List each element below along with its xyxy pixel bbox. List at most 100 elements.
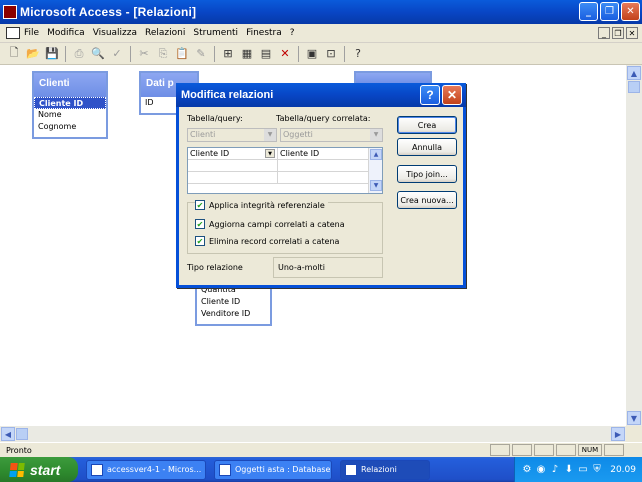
table-title[interactable]: Clienti — [34, 73, 106, 97]
save-icon[interactable]: 💾 — [44, 46, 60, 62]
security-icon[interactable]: ◉ — [535, 464, 547, 476]
help-icon[interactable]: ? — [350, 46, 366, 62]
menu-relazioni[interactable]: Relazioni — [145, 28, 185, 38]
update-icon[interactable]: ⬇ — [563, 464, 575, 476]
table-combo: Clienti ▼ — [187, 128, 277, 142]
scroll-thumb[interactable] — [16, 428, 28, 440]
show-table-icon[interactable]: ⊞ — [220, 46, 236, 62]
shield-icon[interactable]: ⛨ — [591, 464, 603, 476]
dialog-title-bar[interactable]: Modifica relazioni ? ✕ — [176, 83, 466, 107]
show-direct-icon[interactable]: ▦ — [239, 46, 255, 62]
scroll-left-icon[interactable]: ◀ — [1, 427, 15, 441]
grid-right-cell[interactable] — [278, 160, 369, 172]
grid-row[interactable]: Cliente ID ▼ Cliente ID — [188, 148, 369, 160]
volume-icon[interactable]: ♪ — [549, 464, 561, 476]
access-icon — [91, 463, 103, 476]
preview-icon[interactable]: 🔍 — [90, 46, 106, 62]
cascade-update-checkbox[interactable]: ✔ Aggiorna campi correlati a catena — [195, 219, 345, 229]
create-button[interactable]: Crea — [397, 116, 457, 134]
task-relazioni[interactable]: Relazioni — [340, 459, 430, 480]
scroll-down-icon[interactable]: ▼ — [627, 411, 641, 425]
close-button[interactable]: ✕ — [621, 2, 640, 21]
grid-left-cell[interactable]: Cliente ID ▼ — [188, 148, 278, 160]
menu-finestra[interactable]: Finestra — [246, 28, 282, 38]
menu-modifica[interactable]: Modifica — [47, 28, 85, 38]
restore-button[interactable]: ❐ — [600, 2, 619, 21]
scroll-down-icon[interactable]: ▼ — [370, 180, 382, 191]
cascade-update-label: Aggiorna campi correlati a catena — [209, 219, 345, 229]
check-icon[interactable]: ✔ — [195, 200, 205, 210]
monitor-icon[interactable]: ▭ — [577, 464, 589, 476]
table-combo-value: Clienti — [190, 130, 216, 139]
menu-help[interactable]: ? — [290, 28, 295, 38]
menu-bar: File Modifica Visualizza Relazioni Strum… — [0, 24, 642, 43]
cancel-button[interactable]: Annulla — [397, 138, 457, 156]
scroll-up-icon[interactable]: ▲ — [627, 66, 641, 80]
chevron-down-icon[interactable]: ▼ — [265, 149, 275, 158]
paste-icon[interactable]: 📋 — [174, 46, 190, 62]
grid-scrollbar[interactable]: ▲ ▼ — [368, 148, 382, 193]
horizontal-scrollbar[interactable]: ◀ ▶ — [0, 426, 626, 442]
close-icon[interactable]: ✕ — [442, 85, 462, 105]
num-lock-indicator: NUM — [578, 444, 602, 456]
print-icon[interactable]: ⎙ — [71, 46, 87, 62]
window-title: Microsoft Access - [Relazioni] — [20, 5, 197, 19]
check-icon[interactable]: ✔ — [195, 219, 205, 229]
delete-icon[interactable]: ✕ — [277, 46, 293, 62]
new-object-icon[interactable]: ⊡ — [323, 46, 339, 62]
enforce-integrity-label: Applica integrità referenziale — [209, 200, 325, 210]
doc-restore-button[interactable]: ❐ — [612, 27, 624, 39]
open-icon[interactable]: 📂 — [25, 46, 41, 62]
grid-left-cell[interactable] — [188, 160, 278, 172]
join-type-button[interactable]: Tipo join... — [397, 165, 457, 183]
menu-strumenti[interactable]: Strumenti — [193, 28, 238, 38]
cascade-delete-checkbox[interactable]: ✔ Elimina record correlati a catena — [195, 236, 339, 246]
grid-right-cell[interactable] — [278, 172, 369, 184]
doc-close-button[interactable]: ✕ — [626, 27, 638, 39]
vertical-scrollbar[interactable]: ▲ ▼ — [626, 65, 642, 426]
grid-right-cell[interactable]: Cliente ID — [278, 148, 369, 160]
grid-row[interactable] — [188, 160, 369, 172]
scroll-up-icon[interactable]: ▲ — [370, 149, 382, 160]
field-nome[interactable]: Nome — [34, 109, 106, 121]
spelling-icon[interactable]: ✓ — [109, 46, 125, 62]
status-cell — [534, 444, 554, 456]
toolbar-separator — [130, 45, 131, 62]
field-venditore-id[interactable]: Venditore ID — [197, 308, 270, 320]
task-label: Relazioni — [361, 465, 397, 474]
copy-icon[interactable]: ⎘ — [155, 46, 171, 62]
minimize-button[interactable]: _ — [579, 2, 598, 21]
relationships-icon — [345, 463, 357, 476]
grid-row[interactable] — [188, 172, 369, 184]
network-icon[interactable]: ⚙ — [521, 464, 533, 476]
field-cognome[interactable]: Cognome — [34, 121, 106, 133]
scroll-thumb[interactable] — [628, 81, 640, 93]
help-icon[interactable]: ? — [420, 85, 440, 105]
create-new-button[interactable]: Crea nuova... — [397, 191, 457, 209]
start-button[interactable]: start — [0, 457, 78, 482]
doc-minimize-button[interactable]: _ — [598, 27, 610, 39]
table-oggetti[interactable]: Quantità Cliente ID Venditore ID — [195, 284, 272, 326]
database-window-icon[interactable]: ▣ — [304, 46, 320, 62]
cut-icon[interactable]: ✂ — [136, 46, 152, 62]
enforce-integrity-checkbox[interactable]: ✔ Applica integrità referenziale — [195, 200, 328, 210]
menu-visualizza[interactable]: Visualizza — [93, 28, 137, 38]
field-cliente-id[interactable]: Cliente ID — [197, 296, 270, 308]
clock[interactable]: 20.09 — [610, 465, 636, 475]
task-access[interactable]: accessver4-1 - Micros... — [86, 459, 206, 480]
table-clienti[interactable]: Clienti Cliente ID Nome Cognome — [32, 71, 108, 139]
field-mapping-grid[interactable]: Cliente ID ▼ Cliente ID ▲ ▼ — [187, 147, 383, 194]
menu-file[interactable]: File — [24, 28, 39, 38]
new-icon[interactable]: 🗋 — [6, 46, 22, 62]
check-icon[interactable]: ✔ — [195, 236, 205, 246]
status-text: Pronto — [6, 445, 32, 455]
task-database[interactable]: Oggetti asta : Database — [214, 459, 332, 480]
format-painter-icon[interactable]: ✎ — [193, 46, 209, 62]
field-cliente-id[interactable]: Cliente ID — [34, 97, 106, 109]
grid-left-cell[interactable] — [188, 172, 278, 184]
access-icon[interactable] — [3, 5, 17, 19]
show-all-icon[interactable]: ▤ — [258, 46, 274, 62]
scroll-right-icon[interactable]: ▶ — [611, 427, 625, 441]
relationships-icon[interactable] — [6, 27, 20, 39]
database-icon — [219, 463, 231, 476]
